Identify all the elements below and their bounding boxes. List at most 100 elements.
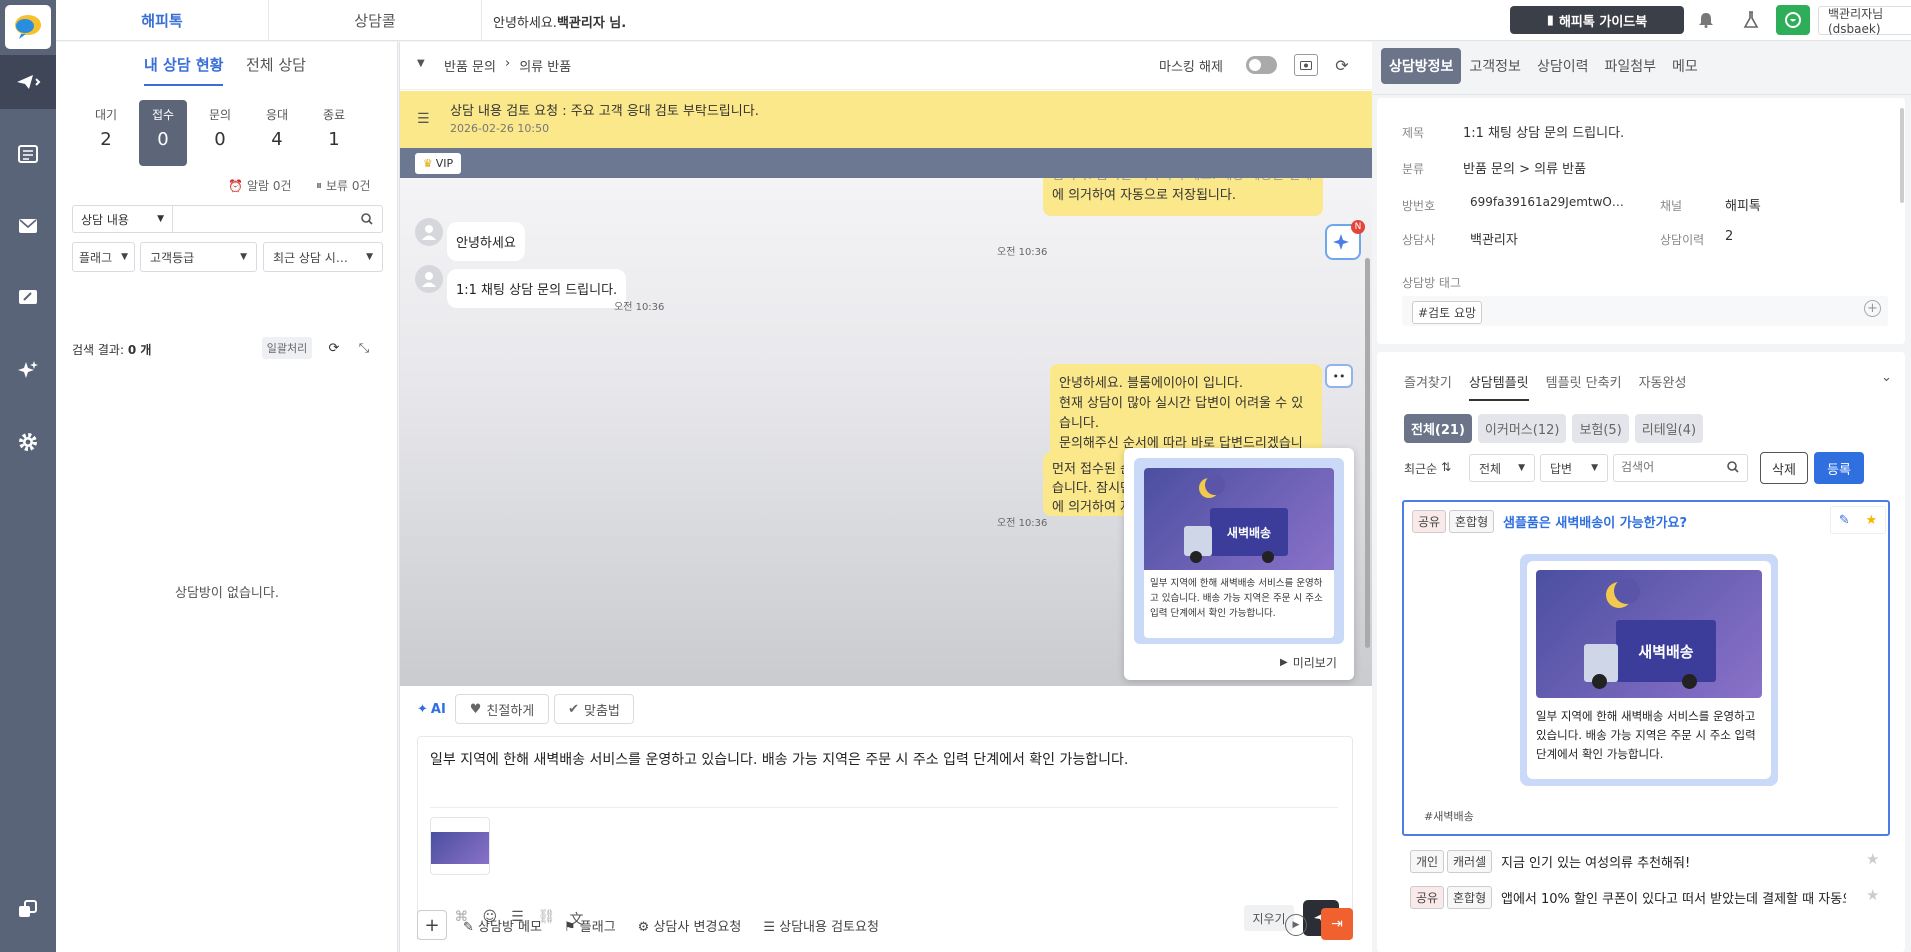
guidebook-button[interactable]: ▮ 해피톡 가이드북 [1510, 6, 1684, 34]
chevron-down-icon[interactable]: ⌄ [1881, 370, 1892, 385]
star-icon[interactable]: ★ [1865, 513, 1877, 528]
greeting: 안녕하세요.백관리자 님. [493, 16, 627, 31]
room-tag-label: 상담방 태그 [1402, 276, 1462, 290]
grade-filter[interactable]: 고객등급 ▼ [140, 242, 257, 272]
template-search-input[interactable] [1621, 455, 1721, 479]
board-icon[interactable] [0, 127, 56, 181]
pencil-icon[interactable]: ✎ [1839, 513, 1850, 528]
bot-icon[interactable]: •• [1325, 364, 1353, 388]
tab-memo[interactable]: 메모 [1664, 48, 1706, 84]
delete-button[interactable]: 삭제 [1760, 452, 1808, 484]
flask-icon[interactable] [1731, 6, 1771, 34]
register-button[interactable]: 등록 [1814, 452, 1864, 484]
template-row[interactable]: 개인 캐러셀 지금 인기 있는 여성의류 추천해줘! ★ [1402, 846, 1890, 876]
list-check-icon: ☰ [417, 111, 430, 127]
refresh-icon[interactable]: ⟳ [1331, 54, 1353, 76]
user-menu[interactable]: 백관리자님(dsbaek)▼ [1818, 6, 1911, 36]
caret-down-icon: ▼ [1591, 463, 1598, 473]
stat-received[interactable]: 접수 0 [139, 100, 187, 166]
pill-all[interactable]: 전체(21) [1404, 414, 1472, 443]
tab-favorites[interactable]: 즐겨찾기 [1404, 372, 1452, 401]
info-scrollbar[interactable] [1900, 108, 1904, 203]
star-icon[interactable]: ★ [1866, 850, 1879, 868]
ai-sparkle-icon: ✦ [417, 702, 428, 717]
add-tag-icon[interactable]: + [1864, 300, 1881, 317]
ai-assist-button[interactable]: N [1325, 220, 1365, 260]
pill-ecommerce[interactable]: 이커머스(12) [1477, 414, 1567, 443]
tab-history[interactable]: 상담이력 [1529, 48, 1597, 84]
masking-toggle[interactable] [1246, 56, 1277, 74]
happytalk-logo[interactable] [5, 5, 51, 49]
template-row[interactable]: 공유 혼합형 앱에서 10% 할인 쿠폰이 있다고 떠서 받았는데 결제할 때 … [1402, 882, 1890, 912]
capture-icon[interactable] [1294, 54, 1318, 76]
tab-all-consult[interactable]: 전체 상담 [246, 54, 306, 75]
search-type-select[interactable]: 상담 내용 ▼ [73, 206, 173, 232]
stat-responding[interactable]: 응대 4 [253, 100, 301, 166]
preview-button[interactable]: ▶ 미리보기 [1280, 654, 1337, 671]
tab-templates[interactable]: 상담템플릿 [1468, 372, 1529, 401]
tab-call[interactable]: 상담콜 [269, 0, 482, 41]
chat-scrollbar[interactable] [1365, 258, 1370, 648]
template-item-selected[interactable]: 공유 혼합형 샘플품은 새벽배송이 가능한가요? ✎ ★ 새벽배송 일부 지역에 … [1402, 500, 1890, 836]
tab-customer-info[interactable]: 고객정보 [1461, 48, 1529, 84]
recent-sort-filter[interactable]: 최근 상담 시… ▼ [263, 242, 383, 272]
window-switch-icon[interactable] [0, 882, 56, 936]
collapse-icon[interactable]: ⤡ [352, 337, 376, 359]
sort-button[interactable]: 최근순 ⇅ [1404, 460, 1451, 477]
mail-icon[interactable] [0, 199, 56, 253]
kindly-button[interactable]: ♥ 친절하게 [455, 694, 549, 724]
plus-button[interactable]: + [417, 910, 447, 940]
stat-closed[interactable]: 종료 1 [310, 100, 358, 166]
edit-board-icon[interactable] [0, 271, 56, 325]
settings-gear-icon[interactable] [0, 415, 56, 469]
room-memo-button[interactable]: ✎ 상담방 메모 [463, 916, 542, 935]
category-value: 반품 문의 > 의류 반품 [1463, 162, 1587, 177]
flag-button[interactable]: ⚑ 플래그 [564, 916, 616, 935]
review-notice[interactable]: ☰ 상담 내용 검토 요청 : 주요 고객 응대 검토 부탁드립니다. 2026… [399, 91, 1372, 148]
call-status-icon[interactable] [1776, 5, 1810, 35]
search-icon[interactable] [1727, 461, 1739, 477]
attached-image-thumbnail[interactable] [430, 817, 490, 875]
type-select[interactable]: 답변 ▼ [1540, 454, 1608, 482]
message-input-box[interactable]: 일부 지역에 한해 새벽배송 서비스를 운영하고 있습니다. 배송 가능 지역은… [417, 736, 1353, 946]
search-input[interactable] [173, 206, 352, 232]
stat-inquiry[interactable]: 문의 0 [196, 100, 244, 166]
refresh-icon[interactable]: ⟳ [322, 337, 346, 359]
template-hashtag: #새벽배송 [1424, 810, 1474, 823]
status-counts: 대기 2 접수 0 문의 0 응대 4 종료 1 [82, 100, 370, 166]
tab-happytalk[interactable]: 해피톡 [56, 0, 269, 41]
tab-files[interactable]: 파일첨부 [1596, 48, 1664, 84]
dawn-delivery-image: 새벽배송 [1536, 570, 1762, 698]
play-circle-icon[interactable]: ▶ [1285, 914, 1307, 936]
ai-sparkle-icon[interactable] [0, 343, 56, 397]
caret-down-icon[interactable]: ▼ [417, 58, 425, 69]
room-tag[interactable]: #검토 요망 [1412, 301, 1483, 324]
tab-autocomplete[interactable]: 자동완성 [1639, 372, 1687, 401]
exit-button[interactable]: ⇥ [1321, 908, 1353, 940]
scope-select[interactable]: 전체 ▼ [1469, 454, 1535, 482]
alarm-count[interactable]: ⏰ 알람 0건 [228, 177, 292, 194]
flag-filter[interactable]: 플래그 ▼ [72, 242, 135, 272]
pill-insurance[interactable]: 보험(5) [1572, 414, 1629, 443]
batch-button[interactable]: 일괄처리 [262, 337, 312, 359]
message-input[interactable]: 일부 지역에 한해 새벽배송 서비스를 운영하고 있습니다. 배송 가능 지역은… [430, 749, 1128, 769]
stat-waiting[interactable]: 대기 2 [82, 100, 130, 166]
agent-label: 상담사 [1402, 233, 1436, 247]
pill-retail[interactable]: 리테일(4) [1634, 414, 1704, 443]
history-value: 2 [1725, 229, 1734, 244]
template-preview-popup: 새벽배송 일부 지역에 한해 새벽배송 서비스를 운영하고 있습니다. 배송 가… [1124, 448, 1354, 680]
empty-message: 상담방이 없습니다. [175, 586, 279, 601]
agent-change-button[interactable]: ⚙ 상담사 변경요청 [638, 916, 742, 935]
sparkle-icon [1333, 234, 1349, 250]
tab-my-status[interactable]: 내 상담 현황 [144, 54, 224, 86]
tab-shortcuts[interactable]: 템플릿 단축키 [1546, 372, 1622, 401]
truck-label: 새벽배송 [1616, 620, 1716, 682]
star-icon[interactable]: ★ [1866, 886, 1879, 904]
tab-room-info[interactable]: 상담방정보 [1381, 48, 1462, 84]
spelling-button[interactable]: ✔ 맞춤법 [554, 694, 634, 724]
search-icon[interactable] [352, 206, 382, 232]
chat-send-icon[interactable] [0, 55, 56, 109]
hold-count[interactable]: ⏸ 보류 0건 [316, 177, 371, 194]
review-request-button[interactable]: ☰ 상담내용 검토요청 [763, 916, 879, 935]
bell-icon[interactable] [1686, 6, 1726, 34]
